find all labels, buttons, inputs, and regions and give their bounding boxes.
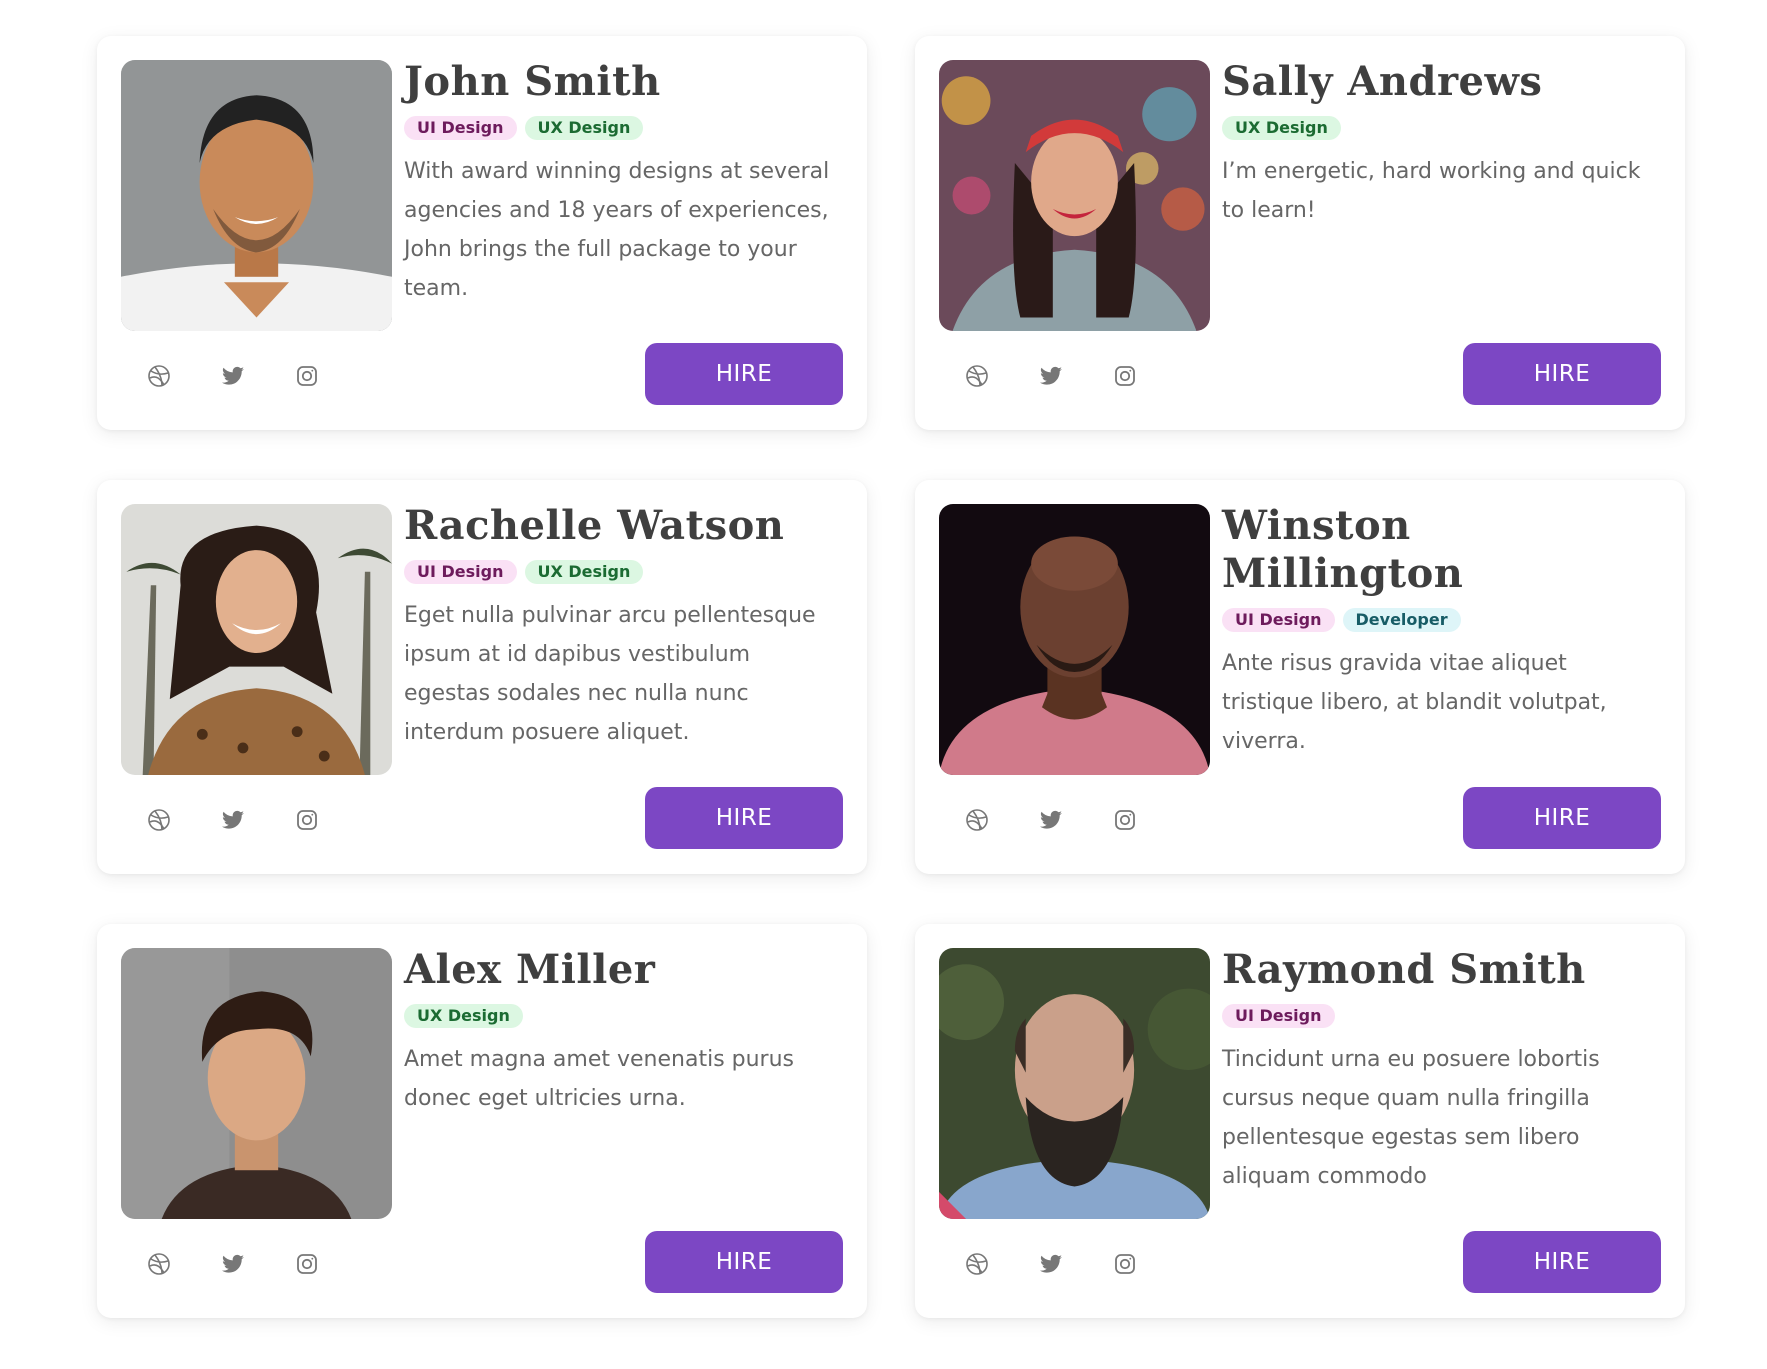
instagram-icon[interactable] bbox=[1113, 808, 1137, 832]
social-links bbox=[965, 1252, 1137, 1276]
profile-info: Sally Andrews UX Design I’m energetic, h… bbox=[1222, 58, 1661, 230]
profile-photo bbox=[939, 60, 1210, 331]
profile-bio: Ante risus gravida vitae aliquet tristiq… bbox=[1222, 651, 1607, 754]
twitter-icon[interactable] bbox=[221, 808, 245, 832]
hire-button[interactable]: HIRE bbox=[1463, 343, 1661, 405]
skill-tag: UX Design bbox=[524, 560, 644, 584]
social-links bbox=[965, 808, 1137, 832]
instagram-icon[interactable] bbox=[295, 1252, 319, 1276]
skill-tag: UX Design bbox=[404, 1004, 523, 1028]
profile-bio: Tincidunt urna eu posuere lobortis cursu… bbox=[1222, 1047, 1600, 1189]
profile-info: John Smith UI Design UX Design With awar… bbox=[404, 58, 843, 308]
profile-bio: Eget nulla pulvinar arcu pellentesque ip… bbox=[404, 603, 816, 745]
twitter-icon[interactable] bbox=[1039, 1252, 1063, 1276]
skill-tag: UI Design bbox=[1222, 608, 1335, 632]
profile-name: Sally Andrews bbox=[1222, 58, 1543, 105]
skill-tags: UI Design bbox=[1222, 1004, 1661, 1028]
skill-tags: UX Design bbox=[1222, 116, 1661, 140]
social-links bbox=[147, 1252, 319, 1276]
profile-name: Raymond Smith bbox=[1222, 946, 1586, 993]
profile-photo bbox=[939, 504, 1210, 775]
hire-button[interactable]: HIRE bbox=[1463, 787, 1661, 849]
instagram-icon[interactable] bbox=[1113, 1252, 1137, 1276]
dribbble-icon[interactable] bbox=[965, 1252, 989, 1276]
profile-card-grid: John Smith UI Design UX Design With awar… bbox=[97, 36, 1685, 1318]
skill-tag: UX Design bbox=[524, 116, 644, 140]
twitter-icon[interactable] bbox=[221, 364, 245, 388]
profile-photo bbox=[939, 948, 1210, 1219]
twitter-icon[interactable] bbox=[1039, 808, 1063, 832]
dribbble-icon[interactable] bbox=[965, 808, 989, 832]
profile-card: Winston Millington UI Design Developer A… bbox=[915, 480, 1685, 874]
profile-card: Raymond Smith UI Design Tincidunt urna e… bbox=[915, 924, 1685, 1318]
twitter-icon[interactable] bbox=[221, 1252, 245, 1276]
profile-info: Raymond Smith UI Design Tincidunt urna e… bbox=[1222, 946, 1661, 1196]
profile-name: John Smith bbox=[404, 58, 661, 105]
dribbble-icon[interactable] bbox=[147, 808, 171, 832]
profile-bio: I’m energetic, hard working and quick to… bbox=[1222, 159, 1641, 223]
profile-card: Alex Miller UX Design Amet magna amet ve… bbox=[97, 924, 867, 1318]
instagram-icon[interactable] bbox=[295, 808, 319, 832]
skill-tags: UX Design bbox=[404, 1004, 843, 1028]
skill-tags: UI Design UX Design bbox=[404, 560, 843, 584]
profile-card: Rachelle Watson UI Design UX Design Eget… bbox=[97, 480, 867, 874]
skill-tag: UX Design bbox=[1222, 116, 1341, 140]
profile-bio: Amet magna amet venenatis purus donec eg… bbox=[404, 1047, 795, 1111]
skill-tags: UI Design Developer bbox=[1222, 608, 1661, 632]
profile-name: Rachelle Watson bbox=[404, 502, 785, 549]
social-links bbox=[147, 808, 319, 832]
instagram-icon[interactable] bbox=[295, 364, 319, 388]
hire-button[interactable]: HIRE bbox=[645, 1231, 843, 1293]
instagram-icon[interactable] bbox=[1113, 364, 1137, 388]
hire-button[interactable]: HIRE bbox=[645, 343, 843, 405]
hire-button[interactable]: HIRE bbox=[1463, 1231, 1661, 1293]
profile-photo bbox=[121, 504, 392, 775]
profile-photo bbox=[121, 948, 392, 1219]
dribbble-icon[interactable] bbox=[147, 1252, 171, 1276]
skill-tag: UI Design bbox=[404, 116, 517, 140]
twitter-icon[interactable] bbox=[1039, 364, 1063, 388]
profile-card: John Smith UI Design UX Design With awar… bbox=[97, 36, 867, 430]
dribbble-icon[interactable] bbox=[147, 364, 171, 388]
social-links bbox=[965, 364, 1137, 388]
profile-name: Winston Millington bbox=[1222, 502, 1464, 597]
profile-info: Rachelle Watson UI Design UX Design Eget… bbox=[404, 502, 843, 752]
profile-photo bbox=[121, 60, 392, 331]
dribbble-icon[interactable] bbox=[965, 364, 989, 388]
social-links bbox=[147, 364, 319, 388]
skill-tag: UI Design bbox=[1222, 1004, 1335, 1028]
skill-tags: UI Design UX Design bbox=[404, 116, 843, 140]
profile-bio: With award winning designs at several ag… bbox=[404, 159, 830, 301]
skill-tag: UI Design bbox=[404, 560, 517, 584]
profile-info: Alex Miller UX Design Amet magna amet ve… bbox=[404, 946, 843, 1118]
profile-info: Winston Millington UI Design Developer A… bbox=[1222, 502, 1661, 761]
profile-card: Sally Andrews UX Design I’m energetic, h… bbox=[915, 36, 1685, 430]
profile-name: Alex Miller bbox=[404, 946, 656, 993]
hire-button[interactable]: HIRE bbox=[645, 787, 843, 849]
skill-tag: Developer bbox=[1342, 608, 1461, 632]
